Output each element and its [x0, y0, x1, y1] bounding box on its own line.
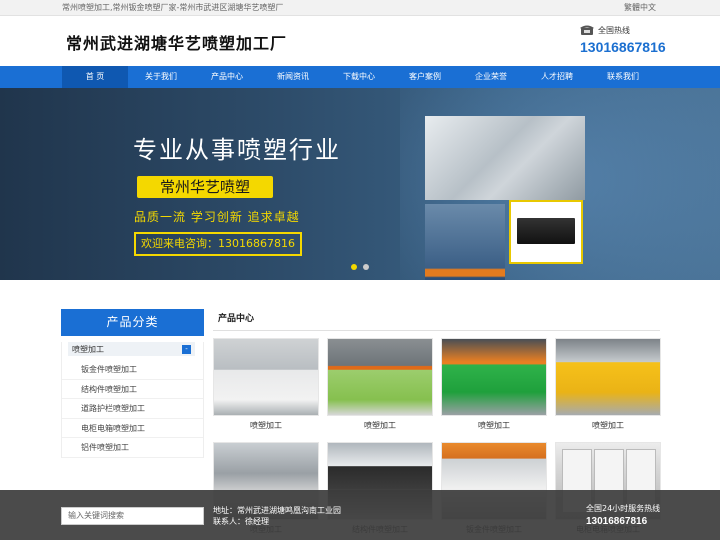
- banner-brand-badge: 常州华艺喷塑: [137, 176, 273, 198]
- footer-hotline-label: 全国24小时服务热线: [586, 504, 661, 513]
- category-sub-item[interactable]: 结构件喷塑加工: [62, 380, 203, 400]
- carousel-dot[interactable]: [351, 264, 357, 270]
- product-photo[interactable]: [213, 338, 319, 416]
- footer-bar: 输入关键词搜索 地址：常州武进湖塘鸣凰沟南工业园 联系人：徐经理 全国24小时服…: [0, 490, 720, 540]
- category-sub-item[interactable]: 钣金件喷塑加工: [62, 360, 203, 380]
- product-caption[interactable]: 喷塑加工: [555, 416, 661, 436]
- product-photo[interactable]: [327, 338, 433, 416]
- product-caption[interactable]: 喷塑加工: [441, 416, 547, 436]
- header-hotline: 全国热线 13016867816: [580, 24, 690, 55]
- language-switch-link[interactable]: 繁體中文: [624, 2, 656, 13]
- footer-contact: 联系人：徐经理: [213, 517, 269, 526]
- nav-item[interactable]: 企业荣誉: [458, 66, 524, 88]
- product-photo[interactable]: [555, 338, 661, 416]
- banner-chassis-photo: [509, 200, 583, 264]
- hotline-number[interactable]: 13016867816: [580, 39, 690, 55]
- nav-item[interactable]: 关于我们: [128, 66, 194, 88]
- product-card[interactable]: 喷塑加工: [327, 338, 433, 436]
- sidebar-title: 产品分类: [61, 309, 204, 336]
- category-sub-item[interactable]: 电柜电箱喷塑加工: [62, 419, 203, 439]
- product-card[interactable]: 喷塑加工: [441, 338, 547, 436]
- banner-headline: 专业从事喷塑行业: [133, 136, 341, 164]
- nav-item[interactable]: 首 页: [62, 66, 128, 88]
- product-card[interactable]: 喷塑加工: [555, 338, 661, 436]
- banner-cable-tray-photo: [425, 116, 585, 200]
- product-card[interactable]: 喷塑加工: [213, 338, 319, 436]
- main-nav: 首 页关于我们 产品中心 新闻资讯 下载中心 客户案例 企业荣誉 人才招聘 联系我们: [0, 66, 720, 88]
- footer-hotline-number[interactable]: 13016867816: [586, 516, 696, 527]
- nav-item[interactable]: 客户案例: [392, 66, 458, 88]
- nav-item[interactable]: 下载中心: [326, 66, 392, 88]
- category-sub-item[interactable]: 道路护栏喷塑加工: [62, 399, 203, 419]
- category-sub-item[interactable]: 铝件喷塑加工: [62, 438, 203, 458]
- carousel-dot[interactable]: [363, 264, 369, 270]
- banner-consult-box: 欢迎来电咨询：13016867816: [134, 232, 302, 256]
- banner-rack-photo: [425, 204, 505, 280]
- company-name-logo[interactable]: 常州武进湖塘华艺喷塑加工厂: [66, 30, 287, 54]
- top-bar: 常州喷塑加工,常州钣金喷塑厂家-常州市武进区湖塘华艺喷塑厂 繁體中文: [0, 0, 720, 16]
- carousel-dots: [351, 264, 369, 270]
- search-input[interactable]: 输入关键词搜索: [61, 507, 204, 525]
- site-header: 常州武进湖塘华艺喷塑加工厂 全国热线 13016867816: [0, 16, 720, 66]
- product-center: 产品中心 喷塑加工喷塑加工喷塑加工喷塑加工喷塑加工结构件喷塑加工钣金件喷塑加工电…: [213, 310, 661, 534]
- category-main-label: 喷塑加工: [72, 344, 104, 354]
- site-tagline: 常州喷塑加工,常州钣金喷塑厂家-常州市武进区湖塘华艺喷塑厂: [62, 3, 284, 12]
- product-caption[interactable]: 喷塑加工: [213, 416, 319, 436]
- telephone-icon: [580, 25, 594, 35]
- category-sidebar: 产品分类 喷塑加工 - 钣金件喷塑加工 结构件喷塑加工 道路护栏喷塑加工 电柜电箱喷塑…: [61, 309, 204, 479]
- banner-slogan: 品质一流 学习创新 追求卓越: [134, 210, 300, 224]
- nav-item[interactable]: 新闻资讯: [260, 66, 326, 88]
- collapse-icon[interactable]: -: [182, 344, 191, 354]
- footer-address: 地址：常州武进湖塘鸣凰沟南工业园: [213, 506, 341, 515]
- product-caption[interactable]: 喷塑加工: [327, 416, 433, 436]
- hero-banner[interactable]: 专业从事喷塑行业 常州华艺喷塑 品质一流 学习创新 追求卓越 欢迎来电咨询：13…: [0, 88, 720, 280]
- product-center-heading: 产品中心: [213, 310, 660, 331]
- nav-item[interactable]: 产品中心: [194, 66, 260, 88]
- nav-item[interactable]: 联系我们: [590, 66, 656, 88]
- footer-hotline: 全国24小时服务热线 13016867816: [586, 503, 696, 527]
- product-photo[interactable]: [441, 338, 547, 416]
- category-main-item[interactable]: 喷塑加工 -: [68, 342, 195, 356]
- nav-item[interactable]: 人才招聘: [524, 66, 590, 88]
- hotline-label: 全国热线: [598, 25, 630, 35]
